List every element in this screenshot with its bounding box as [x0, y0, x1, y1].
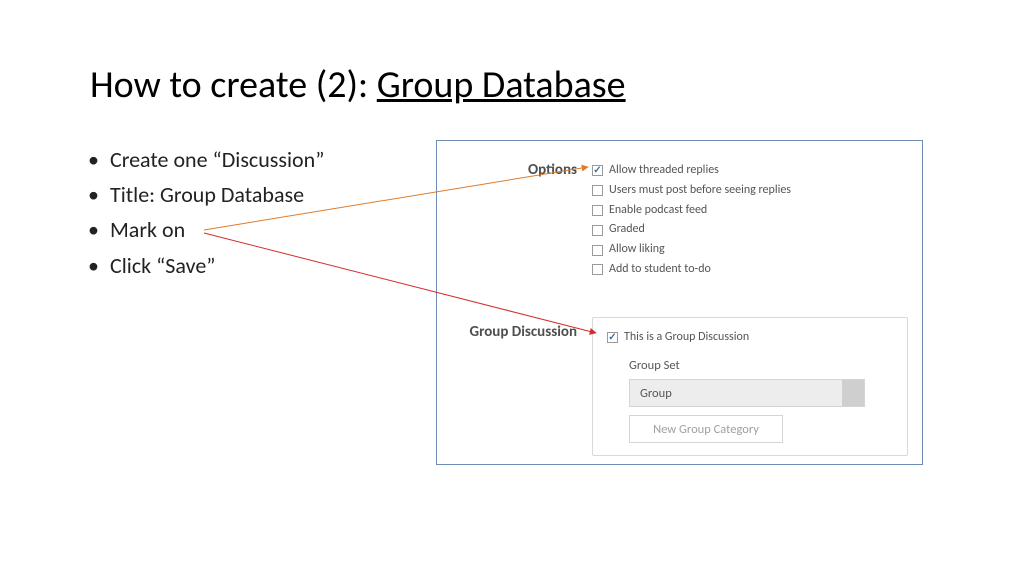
- option-label: Allow liking: [609, 240, 665, 260]
- option-label: This is a Group Discussion: [624, 330, 749, 344]
- option-allow-liking[interactable]: Allow liking: [592, 240, 791, 260]
- checkbox-icon: [592, 245, 603, 256]
- option-label: Add to student to-do: [609, 260, 711, 280]
- checkbox-icon: [592, 205, 603, 216]
- group-set-label: Group Set: [629, 358, 893, 373]
- list-item: Mark on: [92, 212, 324, 247]
- option-allow-threaded[interactable]: Allow threaded replies: [592, 161, 791, 181]
- option-label: Graded: [609, 220, 645, 240]
- option-graded[interactable]: Graded: [592, 220, 791, 240]
- options-panel-screenshot: Options Allow threaded replies Users mus…: [436, 140, 923, 465]
- checkbox-icon: [592, 225, 603, 236]
- group-discussion-subpanel: This is a Group Discussion Group Set Gro…: [592, 317, 908, 456]
- new-group-category-button[interactable]: New Group Category: [629, 415, 783, 443]
- option-label: Enable podcast feed: [609, 201, 707, 221]
- group-set-select[interactable]: Group: [629, 379, 865, 407]
- option-podcast-feed[interactable]: Enable podcast feed: [592, 201, 791, 221]
- option-is-group-discussion[interactable]: This is a Group Discussion: [607, 330, 893, 344]
- options-section-label: Options: [432, 161, 577, 179]
- group-discussion-section-label: Group Discussion: [432, 323, 577, 341]
- options-checklist: Allow threaded replies Users must post b…: [592, 161, 791, 280]
- checkbox-icon: [592, 264, 603, 275]
- checkbox-icon: [592, 185, 603, 196]
- list-item: Create one “Discussion”: [92, 142, 324, 177]
- slide-title: How to create (2): Group Database: [90, 62, 626, 108]
- slide-title-link: Group Database: [377, 62, 626, 108]
- chevron-down-icon: [842, 380, 864, 406]
- checkbox-icon: [592, 165, 603, 176]
- instruction-list: Create one “Discussion” Title: Group Dat…: [92, 142, 324, 283]
- slide-title-prefix: How to create (2):: [90, 62, 377, 108]
- checkbox-icon: [607, 332, 618, 343]
- list-item: Click “Save”: [92, 248, 324, 283]
- option-add-todo[interactable]: Add to student to-do: [592, 260, 791, 280]
- select-value: Group: [640, 386, 672, 401]
- option-users-post-first[interactable]: Users must post before seeing replies: [592, 181, 791, 201]
- list-item: Title: Group Database: [92, 177, 324, 212]
- option-label: Users must post before seeing replies: [609, 181, 791, 201]
- option-label: Allow threaded replies: [609, 161, 719, 181]
